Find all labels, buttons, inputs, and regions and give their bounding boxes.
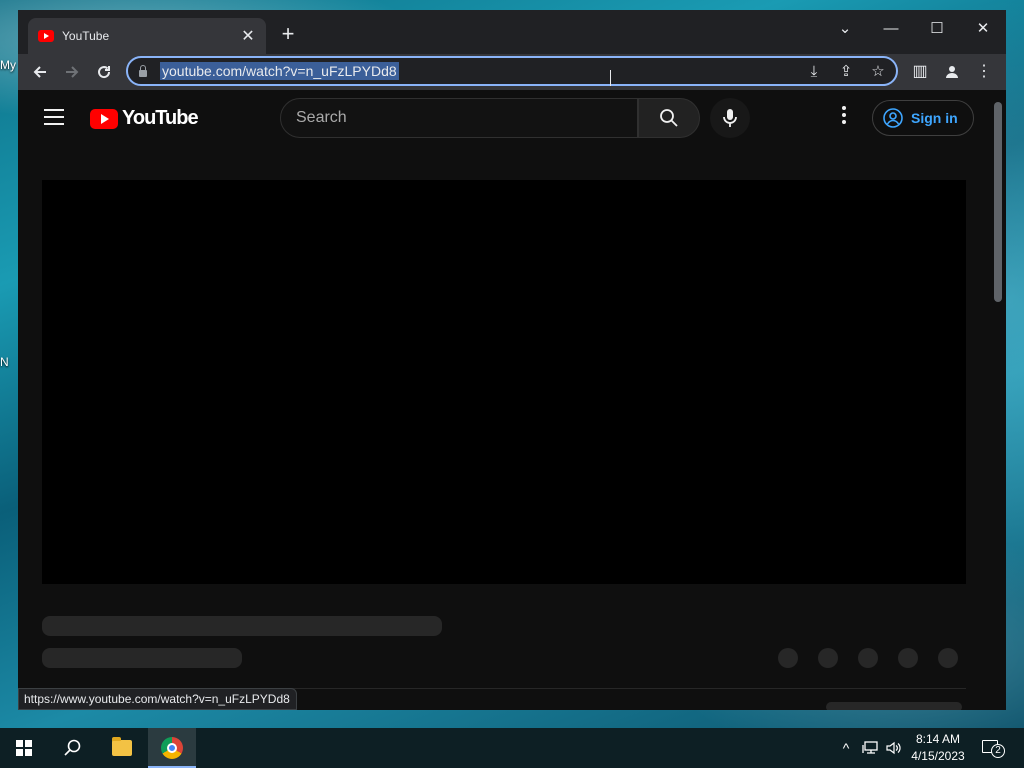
hamburger-menu-icon[interactable] [44,109,64,125]
desktop-icon-label[interactable]: My [0,58,16,72]
youtube-logo[interactable]: YouTube [90,107,199,130]
star-icon[interactable]: ☆ [868,62,888,82]
network-icon-shape [862,741,878,754]
action-skeleton [778,648,798,668]
chevron-up-icon[interactable]: ^ [836,738,856,758]
video-player[interactable] [42,180,966,584]
speaker-icon [886,741,901,755]
arrow-left-icon [33,66,46,78]
back-button[interactable] [28,60,52,84]
folder-icon [112,737,132,756]
reload-button[interactable] [92,60,116,84]
microphone-icon [723,109,737,127]
tab-youtube[interactable]: YouTube ✕ [28,18,266,54]
youtube-logo-text: YouTube [122,107,199,129]
close-window-button[interactable]: ✕ [960,14,1006,44]
url-text[interactable]: youtube.com/watch?v=n_uFzLPYDd8 [160,62,399,80]
system-clock[interactable]: 8:14 AM 4/15/2023 [904,731,972,765]
action-skeleton [938,648,958,668]
clock-time: 8:14 AM [915,732,961,746]
minimize-button[interactable]: — [868,14,914,44]
lock-icon[interactable] [138,65,148,77]
youtube-play-icon [90,108,118,129]
address-bar[interactable]: youtube.com/watch?v=n_uFzLPYDd8 ⤓ ⇪ ☆ [126,56,898,86]
chrome-taskbar-button[interactable] [148,728,196,768]
forward-button[interactable] [60,60,84,84]
comment-skeleton [826,702,962,710]
browser-toolbar: youtube.com/watch?v=n_uFzLPYDd8 ⤓ ⇪ ☆ ▥ … [18,54,1006,90]
search-button[interactable] [638,98,700,138]
volume-icon[interactable] [884,738,904,760]
search-icon [660,109,678,127]
arrow-right-icon [66,66,79,78]
windows-icon [16,740,32,756]
youtube-page: YouTube Search Sign in [18,90,1006,710]
profile-icon[interactable] [940,60,964,84]
notification-badge: 2 [991,744,1005,758]
taskbar-search-button[interactable] [48,728,96,768]
chrome-icon [161,737,183,759]
new-tab-button[interactable]: + [276,22,300,46]
install-icon[interactable]: ⤓ [804,62,824,82]
search-input[interactable]: Search [280,98,638,138]
settings-more-icon[interactable] [834,106,854,130]
network-icon[interactable] [860,738,880,760]
title-skeleton [42,616,442,636]
sign-in-button[interactable]: Sign in [872,100,974,136]
desktop-icon-label[interactable]: N [0,355,9,369]
clock-date: 4/15/2023 [911,749,965,763]
kebab-icon[interactable]: ⋮ [972,60,996,84]
file-explorer-button[interactable] [98,728,146,768]
scrollbar-thumb[interactable] [994,102,1002,302]
action-skeleton [818,648,838,668]
sign-in-label: Sign in [911,110,958,126]
start-button[interactable] [0,728,48,768]
tab-search-button[interactable]: ⌄ [822,14,868,44]
reload-icon [98,66,111,79]
browser-window: YouTube ✕ + ⌄ — ☐ ✕ youtube.com/watch?v=… [18,10,1006,710]
link-status-bubble: https://www.youtube.com/watch?v=n_uFzLPY… [18,688,297,710]
youtube-header: YouTube Search Sign in [18,90,988,146]
text-cursor-icon [610,70,612,86]
person-icon [946,66,958,78]
voice-search-button[interactable] [710,98,750,138]
taskbar: ^ 8:14 AM 4/15/2023 2 [0,728,1024,768]
share-icon[interactable]: ⇪ [836,62,856,82]
action-center-button[interactable]: 2 [980,738,1006,758]
search-icon [64,739,81,756]
youtube-favicon-icon [38,30,54,42]
tab-title: YouTube [62,29,110,43]
close-icon[interactable]: ✕ [240,26,256,46]
channel-skeleton [42,648,242,668]
account-circle-icon [883,108,903,128]
action-skeleton [858,648,878,668]
title-bar: YouTube ✕ + ⌄ — ☐ ✕ [18,10,1006,54]
side-panel-icon[interactable]: ▥ [908,60,932,84]
action-skeleton [898,648,918,668]
maximize-button[interactable]: ☐ [914,14,960,44]
